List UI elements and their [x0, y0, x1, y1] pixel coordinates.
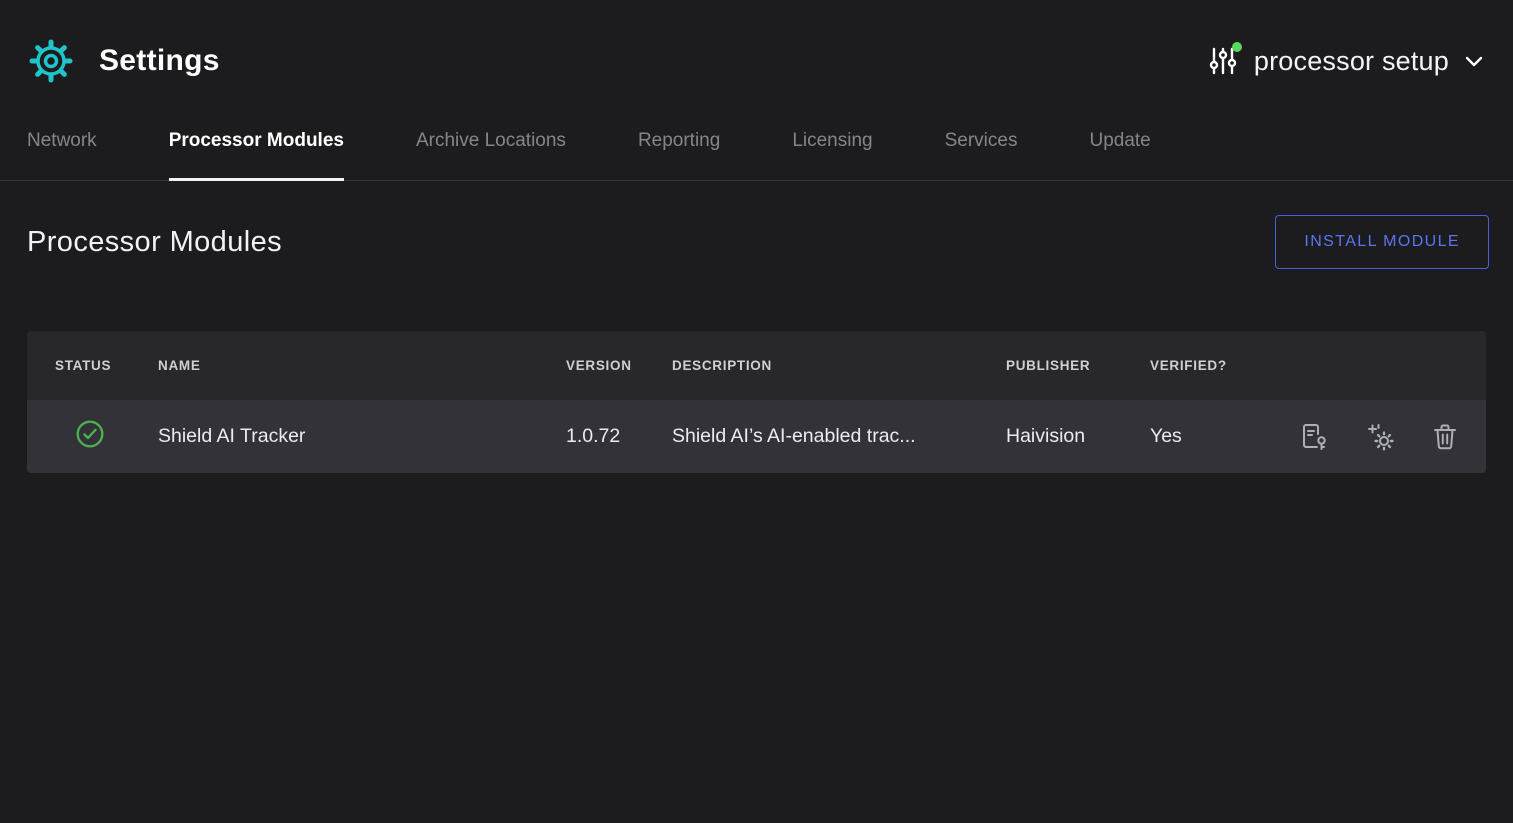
col-header-description: DESCRIPTION	[672, 358, 1006, 373]
cell-actions	[1286, 423, 1486, 451]
tab-reporting[interactable]: Reporting	[638, 122, 720, 180]
col-header-publisher: PUBLISHER	[1006, 358, 1150, 373]
delete-module-button[interactable]	[1432, 423, 1458, 451]
tab-licensing[interactable]: Licensing	[792, 122, 872, 180]
sliders-icon	[1208, 45, 1238, 77]
modules-table: STATUS NAME VERSION DESCRIPTION PUBLISHE…	[27, 331, 1486, 473]
module-config-button[interactable]	[1366, 423, 1394, 451]
cell-publisher: Haivision	[1006, 425, 1150, 448]
status-ok-icon	[75, 419, 105, 449]
col-header-name: NAME	[158, 358, 566, 373]
gear-sparkle-icon	[1366, 423, 1394, 451]
processor-selector[interactable]: processor setup	[1208, 45, 1483, 77]
tab-archive-locations[interactable]: Archive Locations	[416, 122, 566, 180]
license-button[interactable]	[1300, 423, 1328, 451]
col-header-version: VERSION	[566, 358, 672, 373]
tab-update[interactable]: Update	[1089, 122, 1150, 180]
cell-version: 1.0.72	[566, 425, 672, 448]
settings-tab-bar: Network Processor Modules Archive Locati…	[0, 122, 1513, 181]
tab-network[interactable]: Network	[27, 122, 97, 180]
trash-icon	[1432, 423, 1458, 451]
header-left: Settings	[27, 37, 220, 85]
page-heading-row: Processor Modules INSTALL MODULE	[0, 181, 1513, 269]
license-icon	[1300, 423, 1328, 451]
cell-verified: Yes	[1150, 425, 1286, 448]
cell-description: Shield AI’s AI-enabled trac...	[672, 425, 1006, 448]
install-module-button[interactable]: INSTALL MODULE	[1275, 215, 1489, 269]
tab-processor-modules[interactable]: Processor Modules	[169, 122, 344, 180]
notification-dot	[1232, 42, 1242, 52]
settings-gear-icon	[27, 37, 75, 85]
page-title: Processor Modules	[27, 226, 282, 259]
table-row: Shield AI Tracker 1.0.72 Shield AI’s AI-…	[27, 400, 1486, 473]
table-header-row: STATUS NAME VERSION DESCRIPTION PUBLISHE…	[27, 331, 1486, 400]
app-title: Settings	[99, 44, 220, 78]
tab-services[interactable]: Services	[945, 122, 1018, 180]
col-header-verified: VERIFIED?	[1150, 358, 1286, 373]
cell-status	[27, 419, 158, 455]
col-header-status: STATUS	[27, 358, 158, 373]
app-header: Settings processor setup	[0, 0, 1513, 122]
processor-selector-label: processor setup	[1254, 46, 1449, 77]
chevron-down-icon	[1465, 56, 1483, 67]
cell-name: Shield AI Tracker	[158, 425, 566, 448]
